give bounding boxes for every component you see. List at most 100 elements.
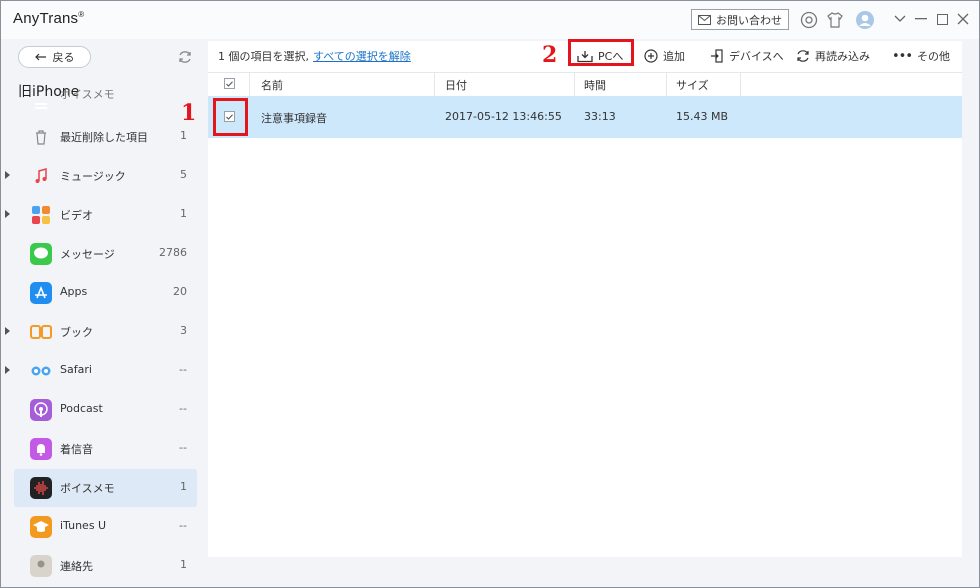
table-header: 名前 日付 時間 サイズ (208, 72, 962, 97)
sidebar-item[interactable]: ミュージック 5 (5, 157, 197, 195)
app-title: AnyTrans® (13, 10, 85, 27)
sidebar-item-label: ブック (60, 326, 93, 339)
back-button[interactable]: 戻る (18, 46, 91, 68)
step-2-highlight (568, 39, 634, 66)
sidebar-item-count: 1 (180, 480, 187, 493)
maximize-icon[interactable] (933, 9, 951, 29)
itunes-u-icon (30, 516, 52, 538)
sidebar-item[interactable]: iTunes U -- (14, 508, 197, 546)
sidebar: 戻る 旧iPhone ボイスメモ 最近削除した項目 1 ミュージック 5 ビデオ 1 メッセー… (1, 39, 206, 587)
sidebar-item-label: 連絡先 (60, 560, 93, 573)
column-header-size[interactable]: サイズ (676, 77, 709, 93)
sidebar-item[interactable]: Podcast -- (14, 391, 197, 429)
sidebar-item[interactable]: Safari -- (5, 352, 197, 390)
arrow-left-icon (34, 53, 46, 61)
contact-button[interactable]: お問い合わせ (691, 9, 789, 30)
sidebar-item-count: 2786 (159, 246, 187, 259)
sidebar-item-count: 20 (173, 285, 187, 298)
scrollbar[interactable] (966, 41, 974, 557)
contacts-icon (30, 555, 52, 577)
column-divider (740, 73, 741, 96)
row-time: 33:13 (584, 110, 616, 123)
trash-icon (30, 126, 52, 148)
expand-arrow-icon[interactable] (5, 366, 10, 374)
sidebar-item-label: ミュージック (60, 170, 126, 183)
column-header-time[interactable]: 時間 (584, 77, 606, 93)
sidebar-item-label: iTunes U (60, 519, 107, 532)
more-dots-icon: ••• (892, 48, 913, 64)
step-2-label: 2 (542, 42, 558, 68)
dropdown-icon[interactable] (891, 9, 909, 29)
sidebar-item-count: 1 (180, 129, 187, 142)
tshirt-icon[interactable] (825, 10, 845, 30)
refresh-icon[interactable] (176, 48, 194, 66)
selection-info: 1 個の項目を選択, すべての選択を解除 (218, 50, 411, 63)
support-icon[interactable] (799, 10, 819, 30)
reload-button[interactable]: 再読み込み (796, 46, 870, 66)
sidebar-item[interactable]: 最近削除した項目 1 (14, 118, 197, 156)
sidebar-item-label: ビデオ (60, 209, 93, 222)
table-row[interactable]: 注意事項録音 2017-05-12 13:46:55 33:13 15.43 M… (208, 96, 962, 138)
sidebar-item[interactable]: 連絡先 1 (14, 547, 197, 585)
sidebar-item-count: -- (179, 402, 187, 415)
music-icon (30, 165, 52, 187)
sidebar-item-label: 着信音 (60, 443, 93, 456)
sidebar-item-count: -- (179, 441, 187, 454)
voice-memo-icon (30, 477, 52, 499)
add-button[interactable]: 追加 (644, 46, 685, 66)
deselect-all-link[interactable]: すべての選択を解除 (313, 50, 411, 63)
column-divider (249, 73, 250, 96)
sidebar-item[interactable]: 着信音 -- (14, 430, 197, 468)
bell-icon (30, 438, 52, 460)
more-button[interactable]: ••• その他 (892, 46, 950, 66)
to-device-icon (711, 49, 723, 63)
sidebar-item-label: 最近削除した項目 (60, 131, 148, 144)
video-icon (30, 204, 52, 226)
column-header-name[interactable]: 名前 (261, 77, 283, 93)
sidebar-item-label: ボイスメモ (60, 482, 115, 495)
sidebar-item[interactable]: Apps 20 (14, 274, 197, 312)
expand-arrow-icon[interactable] (5, 327, 10, 335)
sidebar-item[interactable]: ボイスメモ 1 (14, 469, 197, 507)
sidebar-item-count: 1 (180, 558, 187, 571)
sidebar-item-label: メッセージ (60, 248, 115, 261)
sidebar-item-count: -- (179, 519, 187, 532)
main-panel: 1 個の項目を選択, すべての選択を解除 PCへ 追加 デバイスへ 再読み込み •… (208, 39, 962, 557)
sidebar-item[interactable]: メッセージ 2786 (14, 235, 197, 273)
title-bar: AnyTrans® お問い合わせ (1, 1, 979, 39)
row-date: 2017-05-12 13:46:55 (445, 110, 562, 123)
to-device-button[interactable]: デバイスへ (710, 46, 784, 66)
expand-arrow-icon[interactable] (5, 171, 10, 179)
account-avatar-icon[interactable] (855, 10, 875, 30)
sidebar-item-count: 5 (180, 168, 187, 181)
column-divider (574, 73, 575, 96)
sidebar-item-label: Podcast (60, 402, 103, 415)
lines-icon (30, 96, 52, 118)
checkmark-icon (226, 80, 233, 87)
close-icon[interactable] (954, 9, 972, 29)
step-1-label: 1 (181, 100, 197, 126)
row-name: 注意事項録音 (261, 112, 327, 125)
book-icon (30, 321, 52, 343)
expand-arrow-icon[interactable] (5, 210, 10, 218)
step-1-highlight (213, 98, 248, 136)
minimize-icon[interactable] (912, 9, 930, 29)
safari-icon (30, 360, 52, 382)
reload-icon (797, 50, 809, 62)
sidebar-item-count: 3 (180, 324, 187, 337)
app-window: AnyTrans® お問い合わせ 戻る 旧iPhone ボイスメモ 最近削除した… (0, 0, 980, 588)
sidebar-item-count: 1 (180, 207, 187, 220)
sidebar-item-label: Safari (60, 363, 92, 376)
column-header-date[interactable]: 日付 (445, 77, 467, 93)
podcast-icon (30, 399, 52, 421)
sidebar-item[interactable]: ビデオ 1 (5, 196, 197, 234)
sidebar-item-count: -- (179, 363, 187, 376)
column-divider (666, 73, 667, 96)
sidebar-item-label: Apps (60, 285, 88, 298)
select-all-checkbox[interactable] (224, 78, 235, 89)
sidebar-item[interactable]: ブック 3 (5, 313, 197, 351)
sidebar-item-label: ボイスメモ (60, 88, 115, 101)
plus-circle-icon (644, 49, 658, 63)
app-store-icon (30, 282, 52, 304)
row-size: 15.43 MB (676, 110, 729, 123)
